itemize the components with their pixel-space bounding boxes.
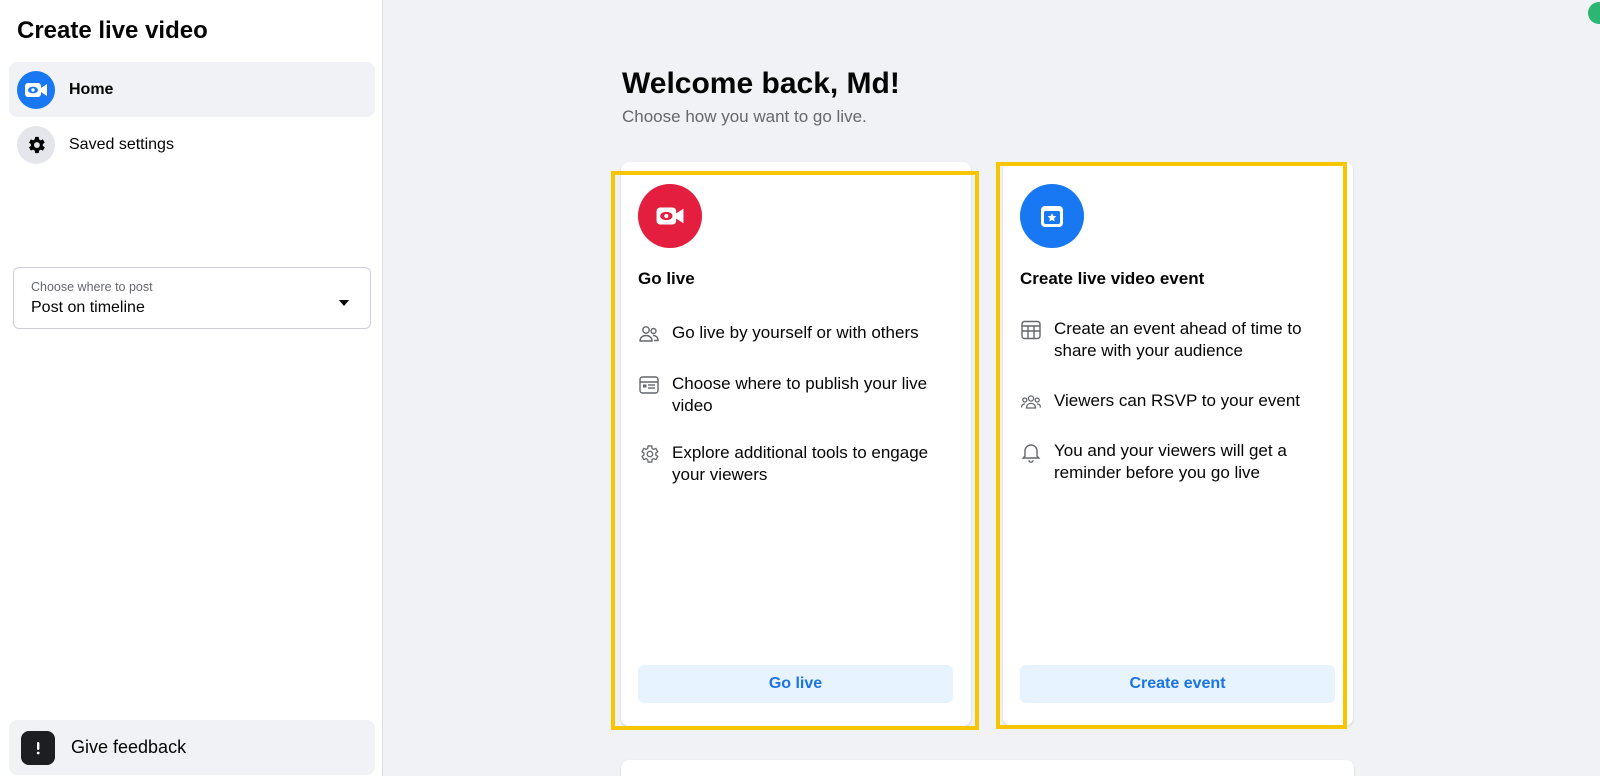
page-title: Welcome back, Md! xyxy=(622,67,900,100)
select-label: Choose where to post xyxy=(31,280,153,294)
caret-down-icon xyxy=(338,294,350,312)
go-live-card: Go live Go live by yourself or with othe… xyxy=(621,162,971,726)
group-icon xyxy=(1020,391,1042,413)
feature-item: Viewers can RSVP to your event xyxy=(1020,390,1340,413)
card-title: Create live video event xyxy=(1020,269,1205,288)
calendar-star-icon xyxy=(1020,184,1084,248)
create-event-button[interactable]: Create event xyxy=(1020,665,1335,703)
feature-item: Create an event ahead of time to share w… xyxy=(1020,318,1340,362)
feature-text: Viewers can RSVP to your event xyxy=(1054,391,1301,410)
calendar-grid-icon xyxy=(1020,319,1042,341)
feature-text: Create an event ahead of time to share w… xyxy=(1054,319,1302,360)
create-event-card: Create live video event Create an event … xyxy=(1003,162,1353,726)
feature-item: Explore additional tools to engage your … xyxy=(638,442,958,486)
give-feedback-button[interactable]: Give feedback xyxy=(9,720,375,775)
sidebar-title: Create live video xyxy=(17,17,208,44)
people-icon xyxy=(638,323,660,345)
feedback-icon xyxy=(21,730,55,765)
feature-text: Explore additional tools to engage your … xyxy=(672,443,929,484)
feature-text: Go live by yourself or with others xyxy=(672,323,919,342)
sidebar-item-saved-settings[interactable]: Saved settings xyxy=(9,117,375,172)
give-feedback-label: Give feedback xyxy=(71,737,187,757)
feature-text: Choose where to publish your live video xyxy=(672,374,928,415)
sidebar-item-home[interactable]: Home xyxy=(9,62,375,117)
sidebar-item-label: Saved settings xyxy=(69,135,174,153)
post-location-select[interactable]: Choose where to post Post on timeline xyxy=(13,267,371,329)
feature-item: Go live by yourself or with others xyxy=(638,322,958,345)
bottom-card xyxy=(621,760,1354,776)
gear-icon xyxy=(17,125,55,164)
live-video-icon xyxy=(17,70,55,109)
live-video-icon xyxy=(638,184,702,248)
feature-item: Choose where to publish your live video xyxy=(638,373,958,417)
status-indicator xyxy=(1588,2,1600,24)
feature-text: You and your viewers will get a reminder… xyxy=(1054,441,1287,482)
page-subtitle: Choose how you want to go live. xyxy=(622,107,867,126)
sidebar-item-label: Home xyxy=(69,80,114,98)
bell-icon xyxy=(1020,441,1042,463)
select-value: Post on timeline xyxy=(31,299,145,316)
card-title: Go live xyxy=(638,269,695,288)
go-live-button[interactable]: Go live xyxy=(638,665,953,703)
browser-window-icon xyxy=(638,374,660,396)
scrollbar[interactable] xyxy=(1588,0,1600,776)
feature-item: You and your viewers will get a reminder… xyxy=(1020,440,1340,484)
gear-icon xyxy=(638,443,660,465)
sidebar: Create live video Home Saved settings Ch… xyxy=(0,0,383,776)
